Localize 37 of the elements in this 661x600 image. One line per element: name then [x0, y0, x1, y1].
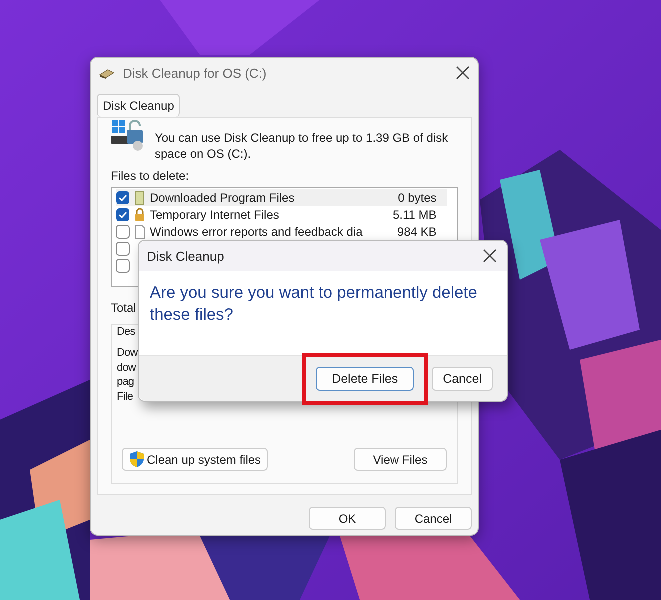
lock-icon [134, 208, 146, 222]
close-icon[interactable] [483, 249, 497, 263]
confirm-message: Are you sure you want to permanently delete these files? [149, 283, 478, 326]
total-label: Total [111, 301, 136, 316]
checkbox[interactable] [116, 190, 130, 204]
dialog-button[interactable]: Cancel [432, 366, 493, 390]
disk-cleanup-icon [99, 67, 115, 79]
window-title: Disk Cleanup for OS (C:) [123, 66, 268, 80]
page-icon [134, 224, 146, 238]
dialog-button[interactable]: OK [309, 507, 386, 530]
file-name[interactable]: Windows error reports and feedback dia [150, 224, 363, 238]
file-size: 0 bytes [397, 190, 438, 204]
checkbox[interactable] [116, 208, 130, 222]
tab[interactable]: Disk Cleanup [97, 94, 180, 117]
clean-up-system-files-button[interactable]: Clean up system files [122, 448, 268, 471]
description-text: pag [117, 375, 134, 390]
section-label: Files to delete: [111, 169, 190, 183]
group-label: Des [117, 326, 136, 338]
shield-icon [129, 451, 145, 468]
file-name[interactable]: Temporary Internet Files [150, 208, 363, 222]
checkbox[interactable] [116, 242, 130, 256]
dialog-button[interactable]: Delete Files [316, 366, 414, 390]
checkbox[interactable] [116, 258, 130, 272]
file-size: 984 KB [396, 224, 438, 238]
drive-lock-icon [111, 118, 145, 152]
info-text: You can use Disk Cleanup to free up to 1.39 GB of disk space on OS (C:). [155, 130, 450, 162]
file-icon [134, 190, 146, 204]
file-size: 5.11 MB [392, 208, 438, 222]
file-name[interactable]: Downloaded Program Files [150, 190, 363, 204]
checkbox[interactable] [116, 224, 130, 238]
description-text: Dow [117, 346, 138, 361]
view-files-button[interactable]: View Files [354, 448, 447, 471]
close-icon[interactable] [456, 66, 470, 80]
description-text: dow [117, 360, 136, 376]
dialog-button[interactable]: Cancel [395, 507, 472, 530]
dialog-title: Disk Cleanup [147, 248, 226, 264]
description-text: File [117, 390, 134, 404]
